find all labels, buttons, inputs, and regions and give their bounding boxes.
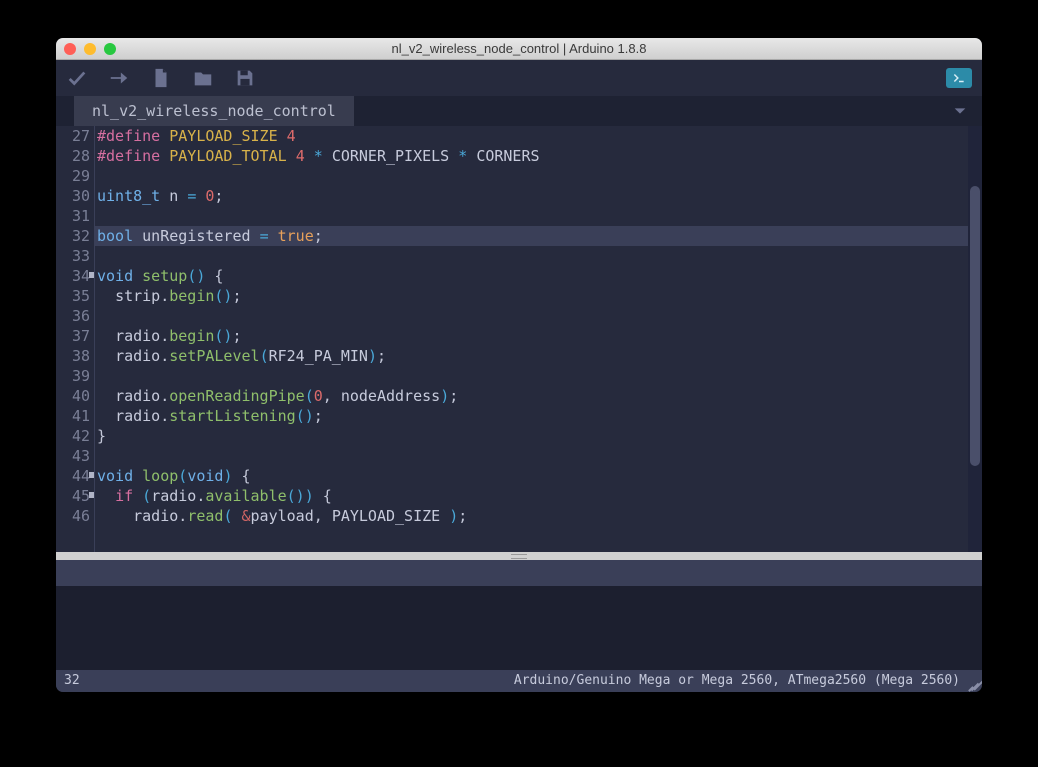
scroll-thumb[interactable] — [970, 186, 980, 466]
tab-sketch[interactable]: nl_v2_wireless_node_control — [74, 96, 354, 126]
titlebar[interactable]: nl_v2_wireless_node_control | Arduino 1.… — [56, 38, 982, 60]
new-button[interactable] — [150, 67, 172, 89]
console[interactable] — [56, 586, 982, 670]
open-button[interactable] — [192, 67, 214, 89]
window-title: nl_v2_wireless_node_control | Arduino 1.… — [56, 38, 982, 60]
editor[interactable]: 2728293031323334353637383940414243444546… — [56, 126, 982, 552]
status-bar: 32 Arduino/Genuino Mega or Mega 2560, AT… — [56, 670, 982, 692]
app-window: nl_v2_wireless_node_control | Arduino 1.… — [56, 38, 982, 692]
toolbar — [56, 60, 982, 96]
verify-button[interactable] — [66, 67, 88, 89]
status-line-number: 32 — [64, 670, 80, 692]
upload-button[interactable] — [108, 67, 130, 89]
tab-bar: nl_v2_wireless_node_control — [56, 96, 982, 126]
window-resize-grip[interactable] — [966, 676, 980, 690]
status-board: Arduino/Genuino Mega or Mega 2560, ATmeg… — [80, 670, 974, 692]
console-header — [56, 560, 982, 586]
console-resizer[interactable] — [56, 552, 982, 560]
save-button[interactable] — [234, 67, 256, 89]
tab-menu-button[interactable] — [952, 103, 968, 123]
serial-monitor-button[interactable] — [946, 68, 972, 88]
line-gutter: 2728293031323334353637383940414243444546 — [56, 126, 94, 552]
vertical-scrollbar[interactable] — [968, 126, 982, 552]
code-area[interactable]: #define PAYLOAD_SIZE 4#define PAYLOAD_TO… — [94, 126, 982, 552]
